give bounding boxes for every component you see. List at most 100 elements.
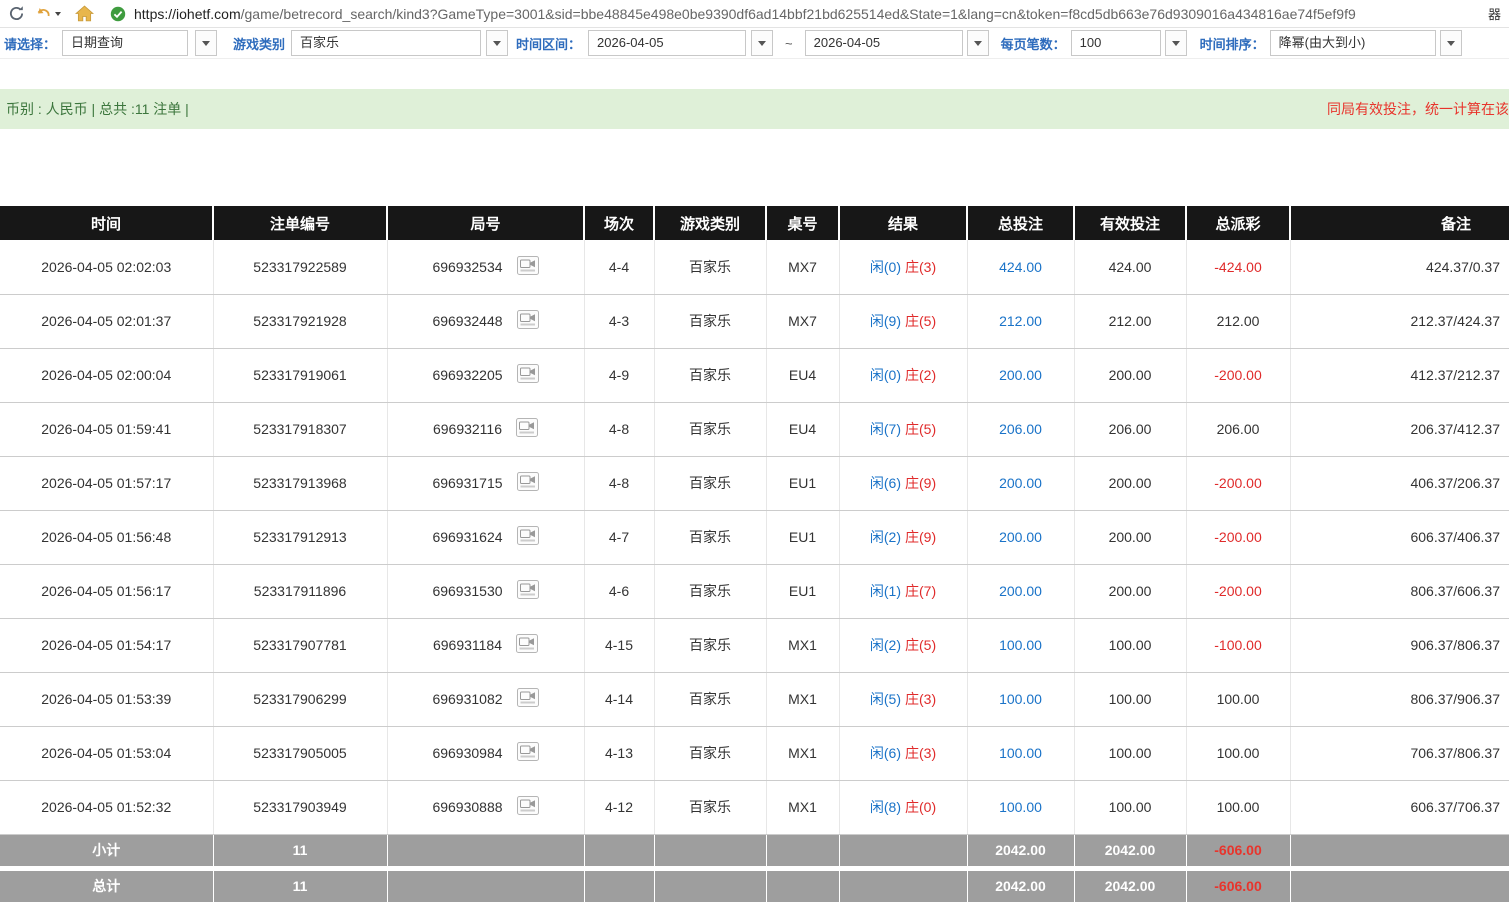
site-security-icon[interactable] xyxy=(110,6,126,22)
cell-total-bet[interactable]: 424.00 xyxy=(967,240,1074,294)
range-separator: ~ xyxy=(785,36,793,51)
result-player: 闲(6) xyxy=(870,745,901,761)
result-player: 闲(7) xyxy=(870,421,901,437)
cell-game-type: 百家乐 xyxy=(654,348,766,402)
cell-payout: 206.00 xyxy=(1186,402,1290,456)
round-number: 696932534 xyxy=(432,259,502,275)
date-from-dropdown-button[interactable] xyxy=(751,30,773,56)
total-valid-bet: 2042.00 xyxy=(1074,868,1186,902)
result-banker: 庄(2) xyxy=(905,367,936,383)
cell-game-type: 百家乐 xyxy=(654,564,766,618)
video-replay-button[interactable] xyxy=(517,310,539,332)
empty-cell xyxy=(839,868,967,902)
table-row: 2026-04-05 01:53:04523317905005696930984… xyxy=(0,726,1509,780)
video-replay-button[interactable] xyxy=(517,472,539,494)
cell-table-code: MX7 xyxy=(766,294,839,348)
video-replay-button[interactable] xyxy=(517,742,539,764)
cell-total-bet[interactable]: 100.00 xyxy=(967,618,1074,672)
cell-game-type: 百家乐 xyxy=(654,726,766,780)
video-replay-button[interactable] xyxy=(517,796,539,818)
result-banker: 庄(5) xyxy=(905,637,936,653)
cell-time: 2026-04-05 02:02:03 xyxy=(0,240,213,294)
video-replay-button[interactable] xyxy=(517,256,539,278)
cell-table-code: EU4 xyxy=(766,348,839,402)
cell-result: 闲(1)庄(7) xyxy=(839,564,967,618)
cell-time: 2026-04-05 01:57:17 xyxy=(0,456,213,510)
page-size-input[interactable]: 100 xyxy=(1071,30,1161,56)
cell-total-bet[interactable]: 200.00 xyxy=(967,564,1074,618)
video-replay-button[interactable] xyxy=(517,688,539,710)
cell-bet-id: 523317913968 xyxy=(213,456,387,510)
cell-table-code: EU1 xyxy=(766,456,839,510)
table-row: 2026-04-05 01:56:48523317912913696931624… xyxy=(0,510,1509,564)
cell-session: 4-14 xyxy=(584,672,654,726)
browser-bar-right-glyph: 器 xyxy=(1488,4,1501,23)
video-replay-button[interactable] xyxy=(517,364,539,386)
cell-table-code: MX1 xyxy=(766,726,839,780)
game-type-dropdown-button[interactable] xyxy=(486,30,508,56)
cell-valid-bet: 100.00 xyxy=(1074,672,1186,726)
subtotal-total-bet: 2042.00 xyxy=(967,834,1074,868)
chevron-down-icon xyxy=(758,41,766,46)
result-player: 闲(0) xyxy=(870,367,901,383)
sort-select[interactable]: 降幂(由大到小) xyxy=(1270,30,1436,56)
total-row: 总计 11 2042.00 2042.00 -606.00 xyxy=(0,868,1509,902)
video-replay-icon xyxy=(517,796,539,818)
result-banker: 庄(9) xyxy=(905,529,936,545)
cell-round: 696930888 xyxy=(387,780,584,834)
address-bar[interactable]: https://iohetf.com/game/betrecord_search… xyxy=(104,6,1480,22)
empty-cell xyxy=(1290,868,1509,902)
column-header: 局号 xyxy=(387,206,584,240)
result-player: 闲(8) xyxy=(870,799,901,815)
video-replay-button[interactable] xyxy=(516,634,538,656)
date-to-input[interactable]: 2026-04-05 xyxy=(805,30,963,56)
round-number: 696932448 xyxy=(432,313,502,329)
date-to-value: 2026-04-05 xyxy=(814,35,881,50)
undo-icon[interactable] xyxy=(35,5,61,22)
cell-result: 闲(0)庄(2) xyxy=(839,348,967,402)
table-row: 2026-04-05 01:57:17523317913968696931715… xyxy=(0,456,1509,510)
cell-payout: 212.00 xyxy=(1186,294,1290,348)
date-from-input[interactable]: 2026-04-05 xyxy=(588,30,746,56)
date-from-value: 2026-04-05 xyxy=(597,35,664,50)
game-type-select[interactable]: 百家乐 xyxy=(291,30,481,56)
home-icon[interactable] xyxy=(75,5,94,22)
cell-result: 闲(6)庄(9) xyxy=(839,456,967,510)
cell-round: 696932116 xyxy=(387,402,584,456)
sort-value: 降幂(由大到小) xyxy=(1279,35,1366,50)
cell-table-code: EU4 xyxy=(766,402,839,456)
cell-total-bet[interactable]: 100.00 xyxy=(967,780,1074,834)
cell-table-code: MX7 xyxy=(766,240,839,294)
sort-dropdown-button[interactable] xyxy=(1440,30,1462,56)
date-to-dropdown-button[interactable] xyxy=(967,30,989,56)
video-replay-button[interactable] xyxy=(517,580,539,602)
refresh-icon[interactable] xyxy=(8,5,25,22)
cell-total-bet[interactable]: 200.00 xyxy=(967,348,1074,402)
date-mode-select[interactable]: 日期查询 xyxy=(62,30,188,56)
page-size-label: 每页笔数： xyxy=(1001,34,1066,53)
cell-bet-id: 523317903949 xyxy=(213,780,387,834)
cell-result: 闲(9)庄(5) xyxy=(839,294,967,348)
cell-payout: -200.00 xyxy=(1186,564,1290,618)
cell-time: 2026-04-05 01:54:17 xyxy=(0,618,213,672)
cell-total-bet[interactable]: 200.00 xyxy=(967,456,1074,510)
cell-total-bet[interactable]: 200.00 xyxy=(967,510,1074,564)
cell-game-type: 百家乐 xyxy=(654,456,766,510)
empty-cell xyxy=(1290,834,1509,868)
round-number: 696931184 xyxy=(433,637,502,653)
cell-game-type: 百家乐 xyxy=(654,294,766,348)
cell-total-bet[interactable]: 100.00 xyxy=(967,726,1074,780)
cell-session: 4-8 xyxy=(584,456,654,510)
undo-dropdown-caret[interactable] xyxy=(55,12,61,16)
cell-total-bet[interactable]: 100.00 xyxy=(967,672,1074,726)
video-replay-button[interactable] xyxy=(516,418,538,440)
cell-game-type: 百家乐 xyxy=(654,240,766,294)
video-replay-button[interactable] xyxy=(517,526,539,548)
cell-total-bet[interactable]: 206.00 xyxy=(967,402,1074,456)
cell-total-bet[interactable]: 212.00 xyxy=(967,294,1074,348)
page-size-dropdown-button[interactable] xyxy=(1165,30,1187,56)
cell-payout: 100.00 xyxy=(1186,672,1290,726)
date-mode-dropdown-button[interactable] xyxy=(195,30,217,56)
column-header: 注单编号 xyxy=(213,206,387,240)
video-replay-icon xyxy=(517,364,539,386)
